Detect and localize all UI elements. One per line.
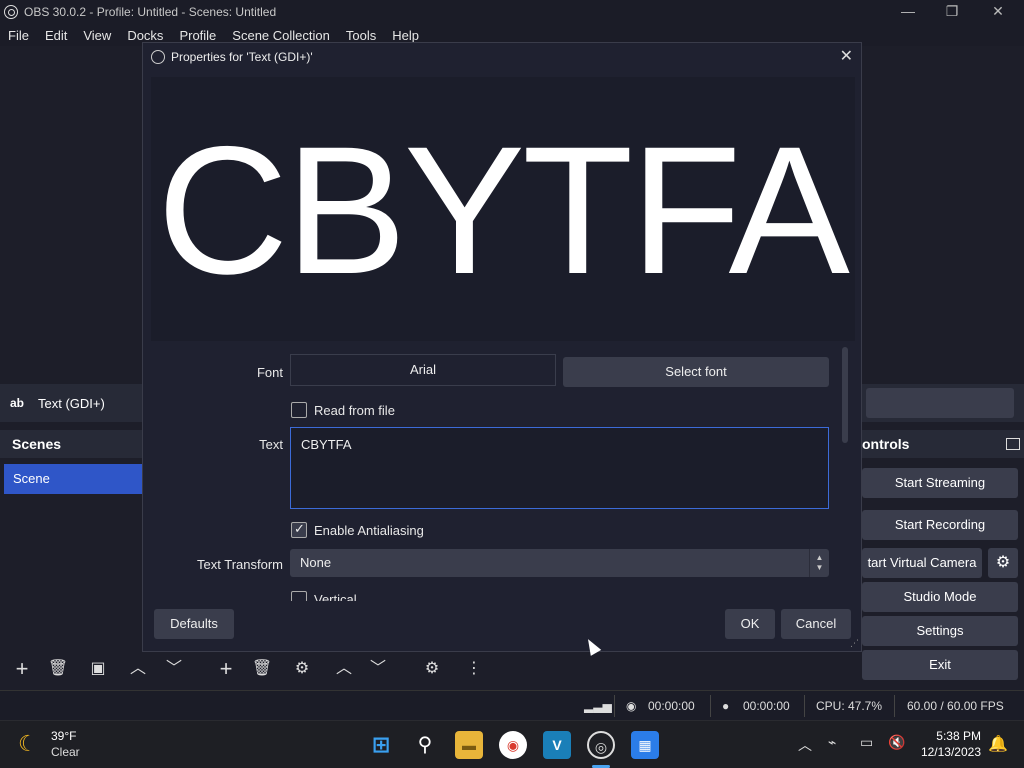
store-icon[interactable]: ▦ xyxy=(631,731,659,759)
more-options-kebab-icon[interactable]: ⋮ xyxy=(462,658,486,680)
source-field[interactable] xyxy=(866,388,1014,418)
scenes-panel: Scenes Scene xyxy=(0,430,142,684)
dialog-title-bar: Properties for 'Text (GDI+)' ✕ xyxy=(143,43,861,71)
add-source-icon[interactable]: + xyxy=(214,658,238,680)
menu-docks[interactable]: Docks xyxy=(123,28,167,43)
scene-filters-icon[interactable]: ▣ xyxy=(86,658,110,680)
record-time: 00:00:00 xyxy=(743,699,790,713)
text-label: Text xyxy=(259,437,283,452)
display-icon[interactable]: ▭ xyxy=(860,734,873,751)
stream-status-icon: ◉ xyxy=(626,699,637,713)
source-properties-gear-icon[interactable]: ⚙ xyxy=(290,658,314,680)
source-label: Text (GDI+) xyxy=(38,395,105,411)
text-transform-value: None xyxy=(300,555,332,570)
read-from-file-label: Read from file xyxy=(314,403,395,418)
dialog-close-icon[interactable]: ✕ xyxy=(840,43,853,71)
menu-tools[interactable]: Tools xyxy=(342,28,380,43)
text-transform-select[interactable]: None ▲ ▼ xyxy=(290,549,829,577)
move-source-down-icon[interactable]: ﹀ xyxy=(366,658,390,680)
text-input[interactable]: CBYTFA xyxy=(290,427,829,509)
minimize-button[interactable]: — xyxy=(886,0,930,24)
dialog-title: Properties for 'Text (GDI+)' xyxy=(171,50,313,64)
close-window-button[interactable]: ✕ xyxy=(976,0,1020,24)
signal-bars-icon: ▂▃▅ xyxy=(584,699,612,713)
record-status-icon: ● xyxy=(722,699,730,713)
start-virtual-camera-button[interactable]: tart Virtual Camera xyxy=(862,548,982,578)
file-explorer-icon[interactable]: ▬ xyxy=(455,731,483,759)
cancel-button[interactable]: Cancel xyxy=(781,609,851,639)
resize-grip-icon[interactable]: ⋰ xyxy=(850,638,859,649)
weather-desc[interactable]: Clear xyxy=(51,745,80,759)
windows-start-icon[interactable]: ⊞ xyxy=(367,731,395,759)
status-bar: ▂▃▅ ◉ 00:00:00 ● 00:00:00 CPU: 47.7% 60.… xyxy=(0,690,1024,720)
menu-help[interactable]: Help xyxy=(388,28,423,43)
virtual-camera-settings-gear-icon[interactable]: ⚙ xyxy=(988,548,1018,578)
stream-time: 00:00:00 xyxy=(648,699,695,713)
add-scene-icon[interactable]: + xyxy=(10,658,34,680)
weather-moon-icon[interactable]: ☾ xyxy=(18,731,38,757)
start-recording-button[interactable]: Start Recording xyxy=(862,510,1018,540)
maximize-button[interactable]: ❐ xyxy=(930,0,974,24)
weather-temp[interactable]: 39°F xyxy=(51,729,76,743)
properties-dialog: Properties for 'Text (GDI+)' ✕ CBYTFA Fo… xyxy=(142,42,862,652)
vertical-checkbox[interactable] xyxy=(291,591,307,601)
studio-mode-button[interactable]: Studio Mode xyxy=(862,582,1018,612)
search-icon[interactable]: ⚲ xyxy=(411,731,439,759)
vertical-label: Vertical xyxy=(314,592,357,601)
antialiasing-checkbox[interactable] xyxy=(291,521,307,538)
read-from-file-checkbox[interactable] xyxy=(291,402,307,418)
fps-readout: 60.00 / 60.00 FPS xyxy=(907,699,1004,713)
move-source-up-icon[interactable]: ︿ xyxy=(332,658,356,680)
menu-view[interactable]: View xyxy=(79,28,115,43)
audio-mixer-settings-gear-icon[interactable]: ⚙ xyxy=(420,658,444,680)
scene-list-item[interactable]: Scene xyxy=(4,464,142,494)
controls-header-label: ontrols xyxy=(862,436,910,452)
text-transform-label: Text Transform xyxy=(197,557,283,572)
menu-edit[interactable]: Edit xyxy=(41,28,71,43)
volume-muted-icon[interactable]: 🔇 xyxy=(888,734,905,751)
controls-panel: ontrols Start Streaming Start Recording … xyxy=(862,430,1024,684)
antialiasing-label: Enable Antialiasing xyxy=(314,523,424,538)
move-scene-down-icon[interactable]: ﹀ xyxy=(162,658,186,680)
notification-bell-icon[interactable]: 🔔 xyxy=(988,734,1008,754)
tray-overflow-chevron-icon[interactable]: ︿ xyxy=(798,735,812,755)
clock-time[interactable]: 5:38 PM xyxy=(929,729,981,743)
source-preview: CBYTFA xyxy=(151,77,855,341)
network-icon[interactable]: ⌁ xyxy=(828,734,836,751)
properties-scrollbar[interactable] xyxy=(840,345,850,599)
chrome-icon[interactable]: ◉ xyxy=(499,731,527,759)
start-streaming-button[interactable]: Start Streaming xyxy=(862,468,1018,498)
window-title: OBS 30.0.2 - Profile: Untitled - Scenes:… xyxy=(24,5,277,19)
menu-profile[interactable]: Profile xyxy=(175,28,220,43)
font-value-display: Arial xyxy=(290,354,556,386)
undock-icon[interactable] xyxy=(1006,438,1020,450)
dock-toolbar: + 🗑 ▣ ︿ ﹀ + 🗑 ⚙ ︿ ﹀ ⚙ ⋮ xyxy=(0,652,1024,684)
obs-logo-icon xyxy=(151,50,165,64)
scenes-header: Scenes xyxy=(0,430,142,458)
select-spinner-icon: ▲ ▼ xyxy=(809,549,829,577)
select-font-button[interactable]: Select font xyxy=(563,357,829,387)
controls-header: ontrols xyxy=(862,430,1024,458)
remove-scene-trash-icon[interactable]: 🗑 xyxy=(46,658,70,680)
remove-source-trash-icon[interactable]: 🗑 xyxy=(250,658,274,680)
settings-button[interactable]: Settings xyxy=(862,616,1018,646)
menu-scene-collection[interactable]: Scene Collection xyxy=(228,28,334,43)
obs-logo-icon xyxy=(4,5,18,19)
title-bar: OBS 30.0.2 - Profile: Untitled - Scenes:… xyxy=(0,0,1024,24)
menu-file[interactable]: File xyxy=(4,28,33,43)
text-source-icon: ab xyxy=(10,396,25,410)
move-scene-up-icon[interactable]: ︿ xyxy=(126,658,150,680)
ok-button[interactable]: OK xyxy=(725,609,775,639)
v-app-icon[interactable]: V xyxy=(543,731,571,759)
windows-taskbar: ☾ 39°F Clear ⊞ ⚲ ▬ ◉ V ◎ ▦ ︿ ⌁ ▭ 🔇 5:38 … xyxy=(0,720,1024,768)
obs-taskbar-icon[interactable]: ◎ xyxy=(587,731,615,759)
defaults-button[interactable]: Defaults xyxy=(154,609,234,639)
properties-list: Font Arial Select font Read from file Te… xyxy=(151,345,847,601)
scrollbar-thumb[interactable] xyxy=(842,347,848,443)
font-label: Font xyxy=(256,365,283,380)
preview-text: CBYTFA xyxy=(157,108,850,312)
clock-date[interactable]: 12/13/2023 xyxy=(917,745,981,759)
cpu-usage: CPU: 47.7% xyxy=(816,699,883,713)
